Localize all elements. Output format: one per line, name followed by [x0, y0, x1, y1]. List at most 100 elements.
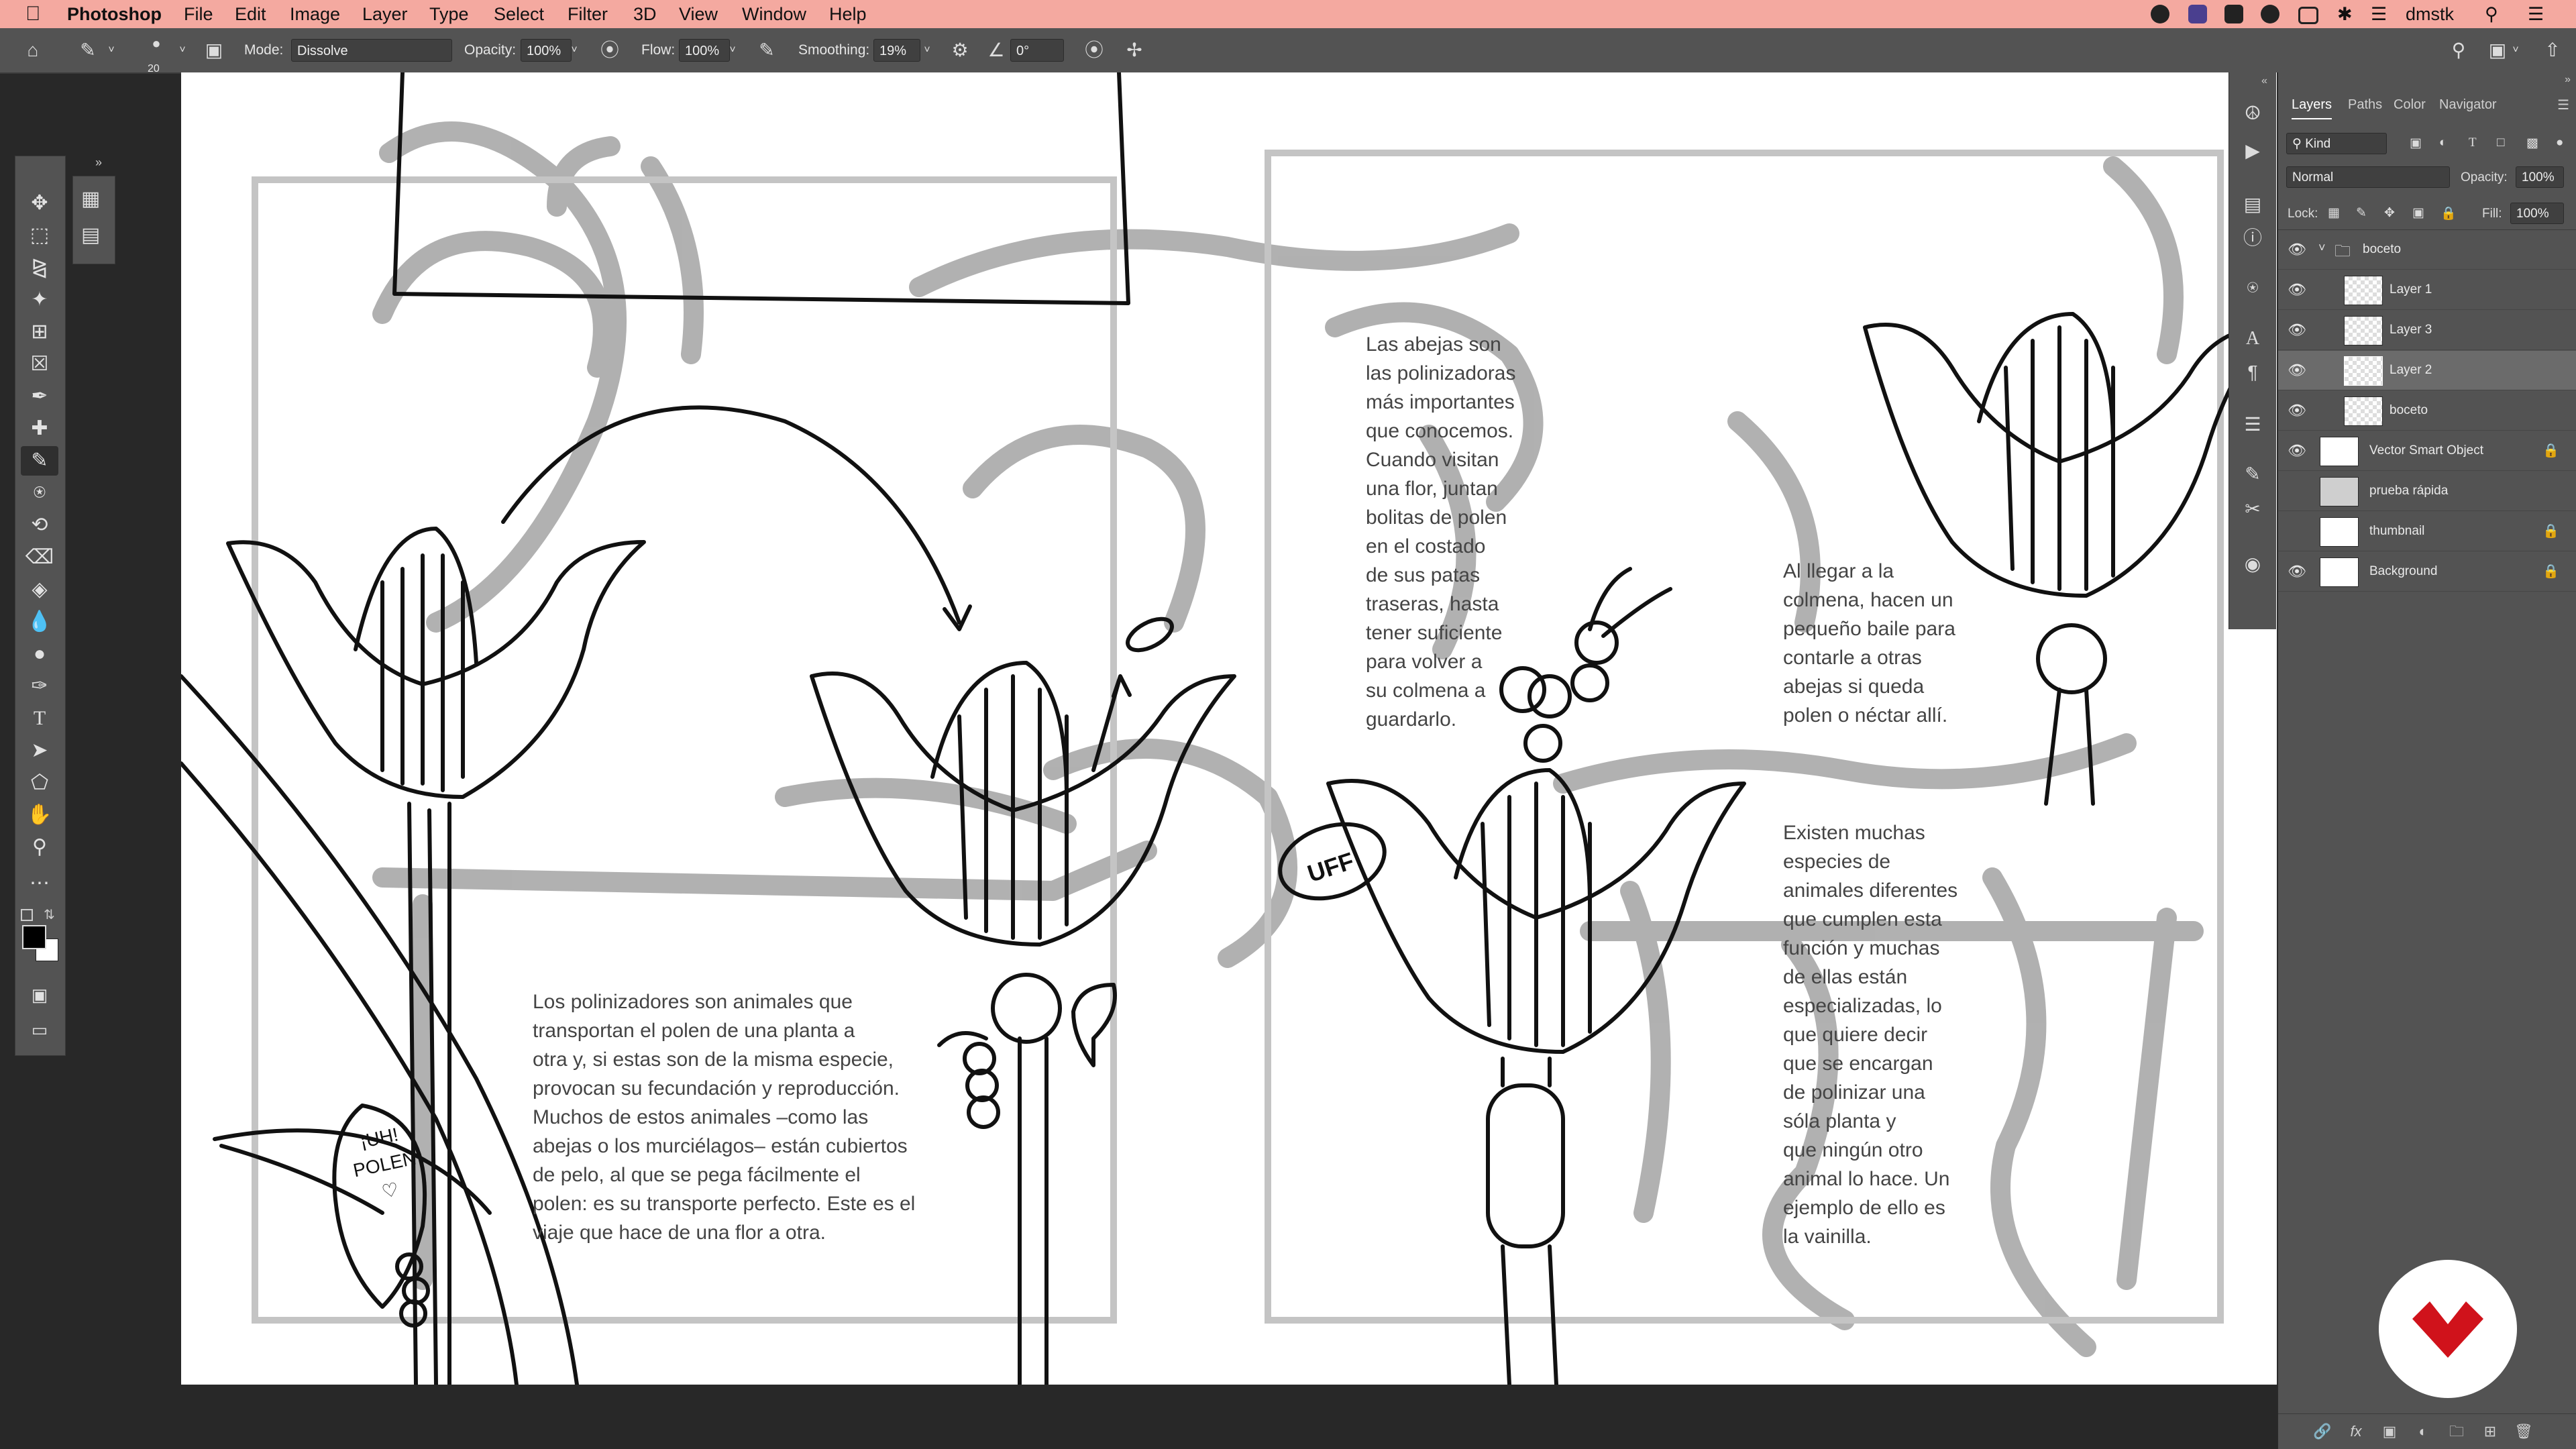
guides-panel-icon[interactable]: ▤	[81, 223, 100, 247]
path-selection-tool-icon[interactable]: ➤	[21, 736, 58, 765]
wifi-icon[interactable]: ☰	[2371, 0, 2387, 28]
document-canvas[interactable]: UFF Los polinizadores son animales que t…	[181, 72, 2277, 1385]
smoothing-caret[interactable]: ˅	[920, 39, 934, 62]
magic-wand-tool-icon[interactable]: ✦	[21, 285, 58, 315]
layer-row-boceto[interactable]: 👁 boceto	[2278, 391, 2576, 431]
menu-3d[interactable]: 3D	[633, 0, 657, 28]
clone-source-icon[interactable]: ⍟	[2239, 274, 2267, 302]
clone-stamp-tool-icon[interactable]: ⍟	[21, 478, 58, 508]
layer-row-layer-3[interactable]: 👁 Layer 3	[2278, 311, 2576, 350]
search-icon[interactable]: ⚲	[2446, 38, 2471, 63]
bluetooth-icon[interactable]: ✱	[2337, 0, 2353, 28]
filter-shape-icon[interactable]: □	[2497, 136, 2504, 150]
new-layer-icon[interactable]: ⊞	[2479, 1421, 2501, 1442]
healing-brush-tool-icon[interactable]: ✚	[21, 414, 58, 443]
smoothing-field[interactable]: 19%	[873, 39, 920, 62]
type-tool-icon[interactable]: T	[21, 704, 58, 733]
filter-adjustment-icon[interactable]: ◐	[2439, 136, 2447, 150]
layer-row-boceto-group[interactable]: 👁 ˅ 🗀 boceto	[2278, 230, 2576, 270]
visibility-eye-icon[interactable]: 👁	[2288, 321, 2306, 339]
collapse-panel-icon[interactable]: »	[95, 156, 102, 170]
move-tool-icon[interactable]: ✥	[21, 189, 58, 218]
zoom-tool-icon[interactable]: ⚲	[21, 833, 58, 862]
panel-menu-icon[interactable]: ☰	[2557, 97, 2569, 113]
history-brush-tool-icon[interactable]: ⟲	[21, 511, 58, 540]
eraser-tool-icon[interactable]: ⌫	[21, 543, 58, 572]
tab-layers[interactable]: Layers	[2292, 91, 2332, 119]
menu-window[interactable]: Window	[742, 0, 806, 28]
link-layers-icon[interactable]: 🔗	[2312, 1421, 2333, 1442]
angle-field[interactable]: 0°	[1010, 39, 1064, 62]
brush-preset-caret[interactable]: ˅	[105, 39, 118, 62]
tab-color[interactable]: Color	[2394, 91, 2426, 118]
filter-type-icon[interactable]: T	[2469, 136, 2477, 150]
workspace-icon[interactable]: ▣	[2485, 38, 2510, 63]
extension-icon[interactable]	[2188, 5, 2207, 23]
control-center-icon[interactable]: ☰	[2528, 0, 2544, 28]
layer-row-thumbnail[interactable]: thumbnail 🔒	[2278, 512, 2576, 551]
dock-collapse-icon[interactable]: «	[2261, 75, 2267, 87]
grid-panel-icon[interactable]: ▦	[81, 187, 100, 211]
fill-field[interactable]: 100%	[2510, 203, 2564, 224]
filter-toggle-icon[interactable]: ●	[2556, 136, 2563, 150]
menu-select[interactable]: Select	[494, 0, 544, 28]
opacity-caret[interactable]: ˅	[568, 39, 581, 62]
shape-tool-icon[interactable]: ⬠	[21, 768, 58, 798]
layer-filter-kind[interactable]: ⚲ Kind	[2286, 133, 2387, 154]
visibility-eye-icon[interactable]: 👁	[2288, 402, 2306, 419]
history-panel-icon[interactable]: ☮	[2239, 99, 2267, 127]
visibility-eye-hidden-icon[interactable]	[2288, 523, 2305, 540]
quick-mask-icon[interactable]: ▣	[21, 980, 58, 1010]
brushes-panel-icon[interactable]: ✎	[2239, 460, 2267, 488]
opacity-field[interactable]: 100%	[521, 39, 572, 62]
layer-row-background[interactable]: 👁 Background 🔒	[2278, 552, 2576, 592]
window-manager-icon[interactable]	[2224, 5, 2243, 23]
menu-layer[interactable]: Layer	[362, 0, 408, 28]
app-menu[interactable]: Photoshop	[67, 0, 162, 28]
visibility-eye-icon[interactable]: 👁	[2288, 442, 2306, 460]
menu-filter[interactable]: Filter	[568, 0, 608, 28]
lock-artboard-icon[interactable]: ▣	[2412, 205, 2424, 221]
pressure-opacity-icon[interactable]: ⦿	[597, 38, 623, 63]
character-panel-icon[interactable]: A	[2239, 325, 2267, 353]
layer-row-layer-1[interactable]: 👁 Layer 1	[2278, 270, 2576, 310]
layer-style-fx-icon[interactable]: fx	[2345, 1421, 2367, 1442]
dodge-tool-icon[interactable]: ●	[21, 639, 58, 669]
share-icon[interactable]: ⇧	[2540, 38, 2565, 63]
pen-tool-icon[interactable]: ✑	[21, 672, 58, 701]
info-panel-icon[interactable]: ⓘ	[2239, 224, 2267, 252]
lock-position-icon[interactable]: ✥	[2384, 205, 2395, 221]
adjustments-panel-icon[interactable]: ☰	[2239, 411, 2267, 439]
actions-panel-icon[interactable]: ▶	[2239, 137, 2267, 165]
marquee-tool-icon[interactable]: ⬚	[21, 221, 58, 250]
mode-select[interactable]: Dissolve	[291, 39, 452, 62]
layer-row-vector-smart-object[interactable]: 👁 Vector Smart Object 🔒	[2278, 431, 2576, 471]
properties-panel-icon[interactable]: ▤	[2239, 191, 2267, 219]
layer-row-prueba-rapida[interactable]: prueba rápida	[2278, 472, 2576, 511]
more-tools-icon[interactable]: ⋯	[21, 869, 58, 898]
visibility-eye-icon[interactable]: 👁	[2288, 281, 2306, 299]
spotlight-icon[interactable]: ⚲	[2485, 0, 2498, 28]
new-group-icon[interactable]: 🗀	[2446, 1421, 2467, 1442]
airbrush-icon[interactable]: ✎	[754, 38, 780, 63]
lasso-tool-icon[interactable]: ⧎	[21, 253, 58, 282]
add-mask-icon[interactable]: ▣	[2379, 1421, 2400, 1442]
filter-smart-icon[interactable]: ▩	[2526, 136, 2538, 151]
flow-field[interactable]: 100%	[679, 39, 730, 62]
sync-icon[interactable]	[2261, 5, 2279, 23]
hand-tool-icon[interactable]: ✋	[21, 800, 58, 830]
delete-layer-icon[interactable]: 🗑	[2513, 1421, 2534, 1442]
pressure-size-icon[interactable]: ⦿	[1081, 38, 1107, 63]
blur-tool-icon[interactable]: 💧	[21, 607, 58, 637]
panel-collapse-icon[interactable]: »	[2565, 74, 2571, 86]
tab-navigator[interactable]: Navigator	[2439, 91, 2497, 118]
creative-cloud-icon[interactable]	[2151, 5, 2169, 23]
visibility-eye-icon[interactable]: 👁	[2288, 362, 2306, 379]
brush-size-caret[interactable]: ˅	[176, 39, 189, 62]
layer-opacity-field[interactable]: 100%	[2516, 166, 2564, 188]
default-colors-icon[interactable]	[21, 909, 33, 921]
layer-row-layer-2[interactable]: 👁 Layer 2	[2278, 351, 2576, 390]
symmetry-icon[interactable]: ✢	[1122, 38, 1147, 63]
lock-transparent-icon[interactable]: ▦	[2328, 205, 2340, 221]
blend-mode-select[interactable]: Normal	[2286, 166, 2450, 188]
